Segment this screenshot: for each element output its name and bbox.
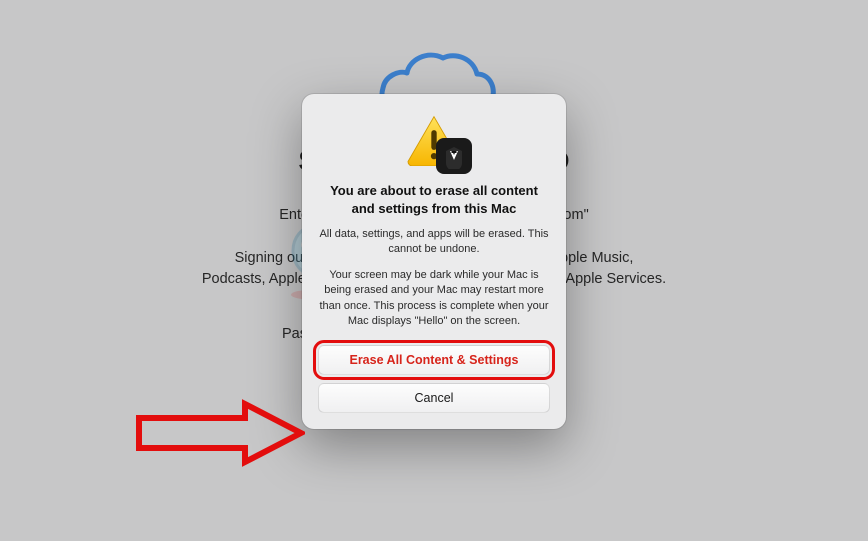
dialog-icon-group: [402, 114, 466, 168]
erase-confirm-dialog: You are about to erase all content and s…: [302, 94, 566, 429]
dialog-title: You are about to erase all content and s…: [324, 182, 544, 217]
cancel-button[interactable]: Cancel: [318, 383, 550, 413]
erase-assistant-icon: [436, 138, 472, 174]
dialog-body2: Your screen may be dark while your Mac i…: [318, 268, 550, 330]
stage: Sign Out of Apple ID Enter the password …: [0, 0, 868, 541]
dialog-body1: All data, settings, and apps will be era…: [318, 227, 550, 258]
annotation-arrow-icon: [135, 398, 305, 468]
erase-all-button[interactable]: Erase All Content & Settings: [318, 345, 550, 375]
